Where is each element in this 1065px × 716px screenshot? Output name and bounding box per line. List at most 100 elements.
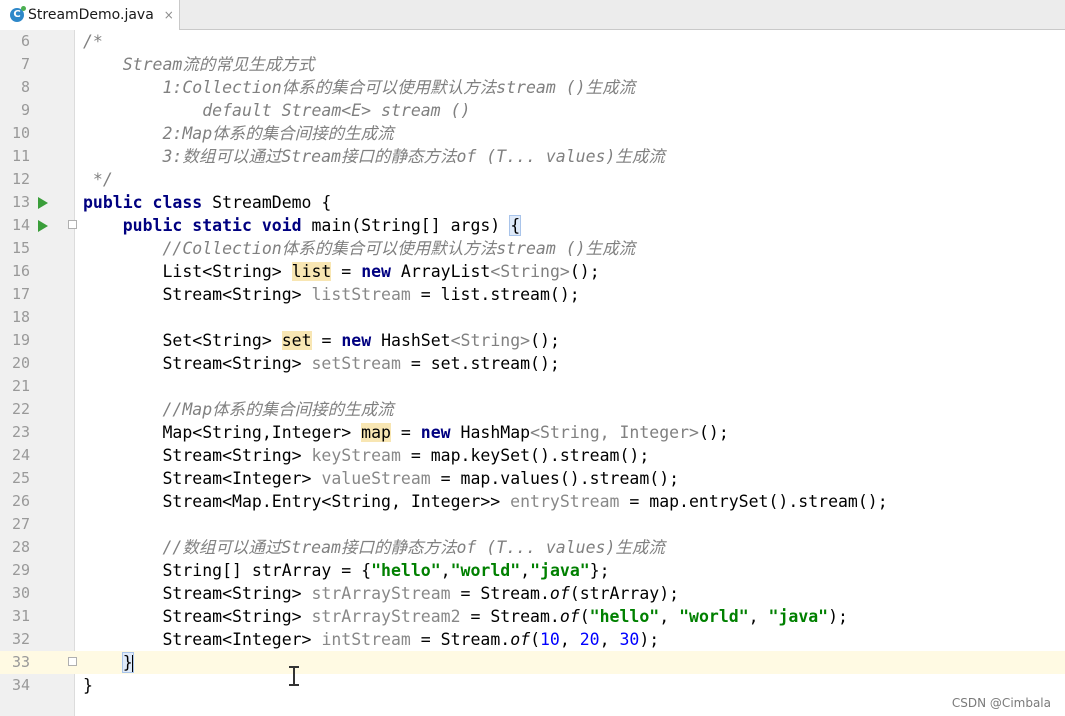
- code-line[interactable]: 34 }: [0, 674, 1065, 697]
- code-text: 1:Collection体系的集合可以使用默认方法stream ()生成流: [83, 78, 636, 97]
- code-line[interactable]: 21: [0, 375, 1065, 398]
- code-generic: <String>: [490, 262, 570, 281]
- code-line[interactable]: 12 */: [0, 168, 1065, 191]
- code-line[interactable]: 31 Stream<String> strArrayStream2 = Stre…: [0, 605, 1065, 628]
- code-token: ,: [599, 630, 620, 649]
- highlighted-variable: set: [281, 331, 312, 350]
- code-comment: //Collection体系的集合可以使用默认方法stream ()生成流: [162, 239, 636, 258]
- fold-icon[interactable]: [68, 220, 77, 229]
- highlighted-variable: map: [361, 423, 391, 442]
- code-token: = map.keySet().stream();: [400, 446, 650, 465]
- code-line[interactable]: 28 //数组可以通过Stream接口的静态方法of (T... values)…: [0, 536, 1065, 559]
- line-number: 22: [11, 400, 30, 418]
- code-editor[interactable]: 6 /* 7 Stream流的常见生成方式 8 1:Collection体系的集…: [0, 30, 1065, 716]
- code-line[interactable]: 27: [0, 513, 1065, 536]
- code-line[interactable]: 6 /*: [0, 30, 1065, 53]
- code-token: Set<String>: [162, 331, 282, 350]
- code-generic: <String, Integer>: [530, 423, 699, 442]
- close-icon[interactable]: ×: [164, 8, 174, 22]
- code-token: (strArray);: [569, 584, 680, 603]
- code-token: Stream<String>: [162, 584, 312, 603]
- code-line[interactable]: 25 Stream<Integer> valueStream = map.val…: [0, 467, 1065, 490]
- code-text: Stream<String> keyStream = map.keySet().…: [83, 444, 649, 467]
- line-number: 31: [11, 607, 30, 625]
- code-line[interactable]: 24 Stream<String> keyStream = map.keySet…: [0, 444, 1065, 467]
- line-number: 12: [11, 170, 30, 188]
- line-number: 28: [11, 538, 30, 556]
- tab-streamdemo-java[interactable]: C StreamDemo.java ×: [0, 0, 180, 30]
- code-comment: //数组可以通过Stream接口的静态方法of (T... values)生成流: [162, 538, 665, 557]
- line-number: 11: [11, 147, 30, 165]
- run-icon[interactable]: [38, 220, 48, 232]
- code-text: }: [83, 676, 93, 695]
- code-keyword: public class: [83, 193, 203, 212]
- code-line[interactable]: 7 Stream流的常见生成方式: [0, 53, 1065, 76]
- line-number: 27: [11, 515, 30, 533]
- code-token: ();: [530, 331, 560, 350]
- code-string: "java": [768, 607, 829, 626]
- code-string: "hello": [371, 561, 441, 580]
- code-line[interactable]: 17 Stream<String> listStream = list.stre…: [0, 283, 1065, 306]
- code-token: Stream<String>: [162, 285, 312, 304]
- code-number: 20: [579, 630, 600, 649]
- line-number: 14: [11, 216, 30, 234]
- code-token: };: [589, 561, 610, 580]
- code-token: =: [390, 423, 421, 442]
- unused-variable: intStream: [321, 630, 411, 649]
- current-code-line[interactable]: 33 }: [0, 651, 1065, 674]
- code-line[interactable]: 29 String[] strArray = {"hello","world",…: [0, 559, 1065, 582]
- code-line[interactable]: 30 Stream<String> strArrayStream = Strea…: [0, 582, 1065, 605]
- line-number: 23: [11, 423, 30, 441]
- code-token: = map.entrySet().stream();: [619, 492, 888, 511]
- line-number: 33: [0, 651, 30, 674]
- line-number: 26: [11, 492, 30, 510]
- code-string: "world": [679, 607, 749, 626]
- code-line[interactable]: 16 List<String> list = new ArrayList<Str…: [0, 260, 1065, 283]
- code-line[interactable]: 8 1:Collection体系的集合可以使用默认方法stream ()生成流: [0, 76, 1065, 99]
- tab-filename: StreamDemo.java: [28, 7, 154, 23]
- code-string: "hello": [589, 607, 660, 626]
- code-number: 10: [540, 630, 560, 649]
- line-number: 18: [11, 308, 30, 326]
- code-token: Stream<Map.Entry<String, Integer>>: [162, 492, 511, 511]
- line-number: 15: [11, 239, 30, 257]
- code-line[interactable]: 11 3:数组可以通过Stream接口的静态方法of (T... values)…: [0, 145, 1065, 168]
- code-line[interactable]: 26 Stream<Map.Entry<String, Integer>> en…: [0, 490, 1065, 513]
- fold-icon[interactable]: [68, 657, 77, 666]
- code-text: String[] strArray = {"hello","world","ja…: [83, 559, 610, 582]
- code-token: HashSet: [371, 331, 451, 350]
- line-number: 32: [11, 630, 30, 648]
- code-line[interactable]: 20 Stream<String> setStream = set.stream…: [0, 352, 1065, 375]
- code-text: Stream<Map.Entry<String, Integer>> entry…: [83, 490, 888, 513]
- code-text: Map<String,Integer> map = new HashMap<St…: [83, 421, 729, 444]
- mouse-ibeam-cursor: [289, 666, 299, 686]
- line-number: 30: [11, 584, 30, 602]
- code-line[interactable]: 19 Set<String> set = new HashSet<String>…: [0, 329, 1065, 352]
- code-token: ,: [659, 607, 680, 626]
- code-token: =: [311, 331, 342, 350]
- code-token: Stream<String>: [162, 446, 312, 465]
- code-line[interactable]: 22 //Map体系的集合间接的生成流: [0, 398, 1065, 421]
- code-line[interactable]: 13 public class StreamDemo {: [0, 191, 1065, 214]
- code-line[interactable]: 10 2:Map体系的集合间接的生成流: [0, 122, 1065, 145]
- code-line[interactable]: 9 default Stream<E> stream (): [0, 99, 1065, 122]
- code-line[interactable]: 15 //Collection体系的集合可以使用默认方法stream ()生成流: [0, 237, 1065, 260]
- line-number: 29: [11, 561, 30, 579]
- code-token: (: [530, 630, 540, 649]
- code-static-method: of: [549, 584, 570, 603]
- code-line[interactable]: 23 Map<String,Integer> map = new HashMap…: [0, 421, 1065, 444]
- code-line[interactable]: 14 public static void main(String[] args…: [0, 214, 1065, 237]
- code-string: "java": [530, 561, 590, 580]
- code-text: default Stream<E> stream (): [83, 101, 471, 120]
- code-token: (: [579, 607, 590, 626]
- code-text: public static void main(String[] args) {: [83, 214, 522, 237]
- code-line[interactable]: 18: [0, 306, 1065, 329]
- java-class-icon: C: [10, 6, 26, 22]
- unused-variable: valueStream: [321, 469, 431, 488]
- code-text: Stream<String> strArrayStream2 = Stream.…: [83, 605, 848, 628]
- run-icon[interactable]: [38, 197, 48, 209]
- code-text: //数组可以通过Stream接口的静态方法of (T... values)生成流: [83, 536, 665, 559]
- code-line[interactable]: 32 Stream<Integer> intStream = Stream.of…: [0, 628, 1065, 651]
- code-keyword: new: [341, 331, 372, 350]
- code-token: = map.values().stream();: [430, 469, 680, 488]
